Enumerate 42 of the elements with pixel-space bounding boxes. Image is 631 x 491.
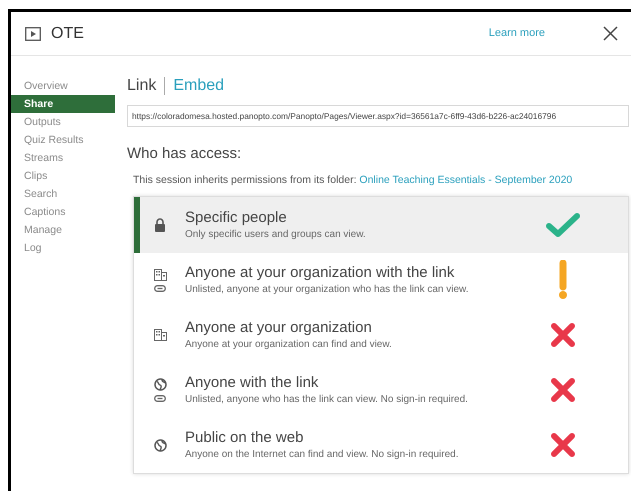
option-title: Specific people	[185, 208, 288, 228]
link-field[interactable]: https://coloradomesa.hosted.panopto.com/Panopto/Pages/Viewer.aspx?id=36561a7c-6ff9-43d6-b226-ac24016796	[127, 105, 629, 127]
option-description: Anyone at your organization can find and view.	[185, 338, 393, 352]
play-icon	[25, 26, 41, 40]
link-icon	[154, 395, 166, 402]
option-title: Public on the web	[185, 428, 304, 448]
option-description: Only specific users and groups can view.	[185, 228, 367, 242]
building-icon	[154, 268, 166, 280]
option-title: Anyone at your organization with the link	[185, 263, 456, 283]
tab[interactable]: Embed	[173, 74, 224, 98]
sidebar-item[interactable]: Captions	[11, 203, 115, 221]
folder-link[interactable]: Online Teaching Essentials - September 2020	[359, 174, 572, 186]
access-option[interactable]: Anyone at your organization with the link Unlisted, anyone at your organization who has the link can view.	[134, 252, 628, 308]
tab[interactable]: Link	[127, 74, 156, 98]
sidebar-item[interactable]: Share	[11, 95, 115, 113]
inherit-text: This session inherits permissions from its folder: Online Teaching Essentials - September 2020	[133, 172, 574, 188]
sidebar-item[interactable]: Manage	[11, 221, 115, 239]
option-description: Anyone on the Internet can find and view. No sign-in required.	[185, 448, 460, 462]
access-option[interactable]: Public on the web Anyone on the Internet can find and view. No sign-in required.	[134, 418, 628, 472]
sidebar-item[interactable]: Quiz Results	[11, 131, 115, 149]
option-description: Unlisted, anyone who has the link can view. No sign-in required.	[185, 393, 469, 407]
access-option[interactable]: Anyone with the link Unlisted, anyone who has the link can view. No sign-in required.	[134, 362, 628, 418]
window-title: OTE	[51, 24, 84, 44]
sidebar-item[interactable]: Streams	[11, 149, 115, 167]
sidebar-item[interactable]: Clips	[11, 167, 115, 185]
access-option[interactable]: Anyone at your organization Anyone at your organization can find and view.	[134, 308, 628, 362]
sidebar-item[interactable]: Outputs	[11, 113, 115, 131]
option-title: Anyone with the link	[185, 373, 320, 393]
learn-more-link[interactable]: Learn more	[488, 25, 545, 42]
access-heading: Who has access:	[127, 144, 242, 164]
globe-icon	[154, 378, 166, 391]
option-description: Unlisted, anyone at your organization who has the link can view.	[185, 283, 470, 297]
building-icon	[154, 329, 166, 341]
close-icon[interactable]	[603, 26, 618, 41]
globe-icon	[154, 438, 166, 452]
access-option[interactable]: Specific people Only specific users and groups can view.	[134, 196, 628, 252]
sidebar-item[interactable]: Overview	[11, 77, 115, 95]
sidebar-item[interactable]: Search	[11, 185, 115, 203]
option-title: Anyone at your organization	[185, 318, 373, 338]
link-icon	[154, 284, 166, 292]
sidebar-item[interactable]: Log	[11, 239, 115, 257]
lock-icon	[154, 218, 166, 232]
